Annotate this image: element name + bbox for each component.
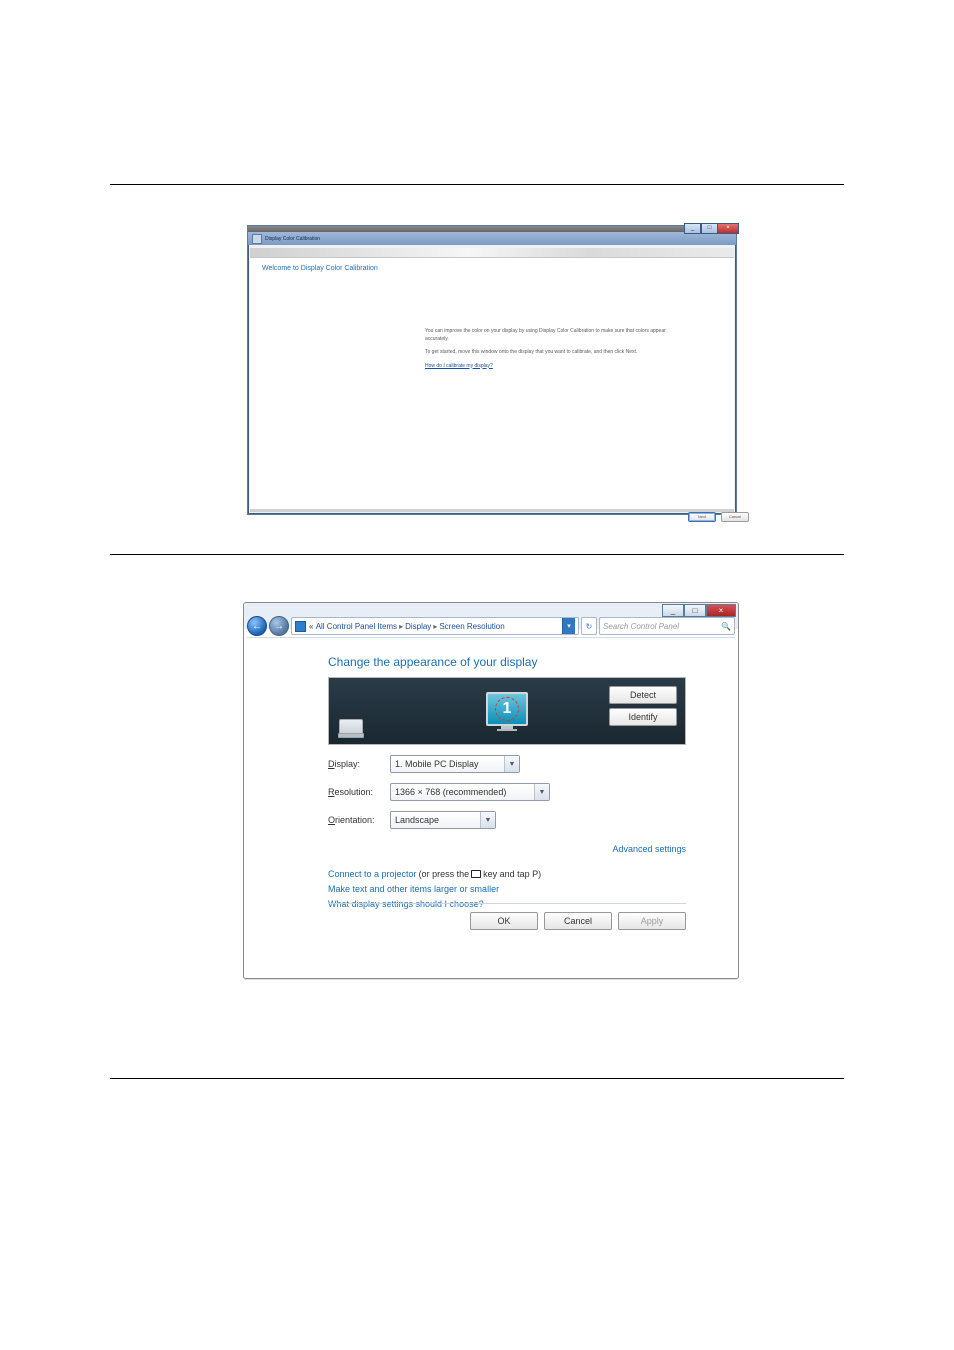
windows-key-icon <box>471 870 481 878</box>
footer-strip <box>250 509 734 512</box>
intro-paragraph-2: To get started, move this window onto th… <box>425 349 669 357</box>
display-preview-box[interactable]: 1 Detect Identify <box>328 677 686 745</box>
wizard-body: You can improve the color on your displa… <box>425 328 669 376</box>
divider-top <box>110 184 844 185</box>
advanced-settings-link[interactable]: Advanced settings <box>612 844 686 854</box>
text-size-link[interactable]: Make text and other items larger or smal… <box>328 884 686 894</box>
row-orientation: Orientation: Landscape ▼ <box>328 811 686 829</box>
toolbar-separator <box>247 637 735 638</box>
selection-circle-icon <box>495 697 519 721</box>
label-resolution: Resolution: <box>328 787 390 797</box>
laptop-icon <box>339 719 363 736</box>
chevron-down-icon: ▼ <box>534 784 549 800</box>
apply-button[interactable]: Apply <box>618 912 686 930</box>
titlebar[interactable]: Display Color Calibration _ □ × <box>248 232 736 245</box>
chevron-down-icon: ▼ <box>504 756 519 772</box>
crumb-all-items[interactable]: All Control Panel Items <box>316 622 397 631</box>
label-display: Display: <box>328 759 390 769</box>
content-area: Change the appearance of your display 1 … <box>328 655 686 909</box>
help-link[interactable]: How do I calibrate my display? <box>425 363 493 369</box>
page-heading: Change the appearance of your display <box>328 655 686 669</box>
search-icon: 🔍 <box>721 622 731 631</box>
divider-bottom <box>110 1078 844 1079</box>
crumb-screen-resolution[interactable]: Screen Resolution <box>439 622 504 631</box>
row-resolution: Resolution: 1366 × 768 (recommended) ▼ <box>328 783 686 801</box>
wizard-heading: Welcome to Display Color Calibration <box>262 265 378 272</box>
screen-resolution-window: _ □ × ← → « All Control Panel Items ▸ Di… <box>243 602 739 979</box>
row-display: Display: 1. Mobile PC Display ▼ <box>328 755 686 773</box>
search-placeholder: Search Control Panel <box>603 622 679 631</box>
cancel-button[interactable]: Cancel <box>721 512 749 522</box>
address-dropdown-icon[interactable]: ▾ <box>562 618 575 634</box>
display-dropdown[interactable]: 1. Mobile PC Display ▼ <box>390 755 520 773</box>
display-value: 1. Mobile PC Display <box>395 759 479 769</box>
cancel-button[interactable]: Cancel <box>544 912 612 930</box>
divider-mid <box>110 554 844 555</box>
connect-projector-link[interactable]: Connect to a projector <box>328 869 417 879</box>
client-area: Welcome to Display Color Calibration You… <box>250 248 734 512</box>
advanced-row: Advanced settings <box>328 843 686 855</box>
monitor-icon[interactable]: 1 <box>486 692 528 731</box>
dialog-buttons: OK Cancel Apply <box>328 903 686 930</box>
address-bar-row: ← → « All Control Panel Items ▸ Display … <box>247 616 735 636</box>
crumb-sep-1: ▸ <box>399 622 403 631</box>
chevron-down-icon: ▼ <box>480 812 495 828</box>
next-button[interactable]: Next <box>688 512 716 522</box>
calibration-window: Display Color Calibration _ □ × Welcome … <box>247 225 737 515</box>
nav-forward-button[interactable]: → <box>269 616 289 636</box>
nav-back-button[interactable]: ← <box>247 616 267 636</box>
detect-button[interactable]: Detect <box>609 686 677 704</box>
orientation-dropdown[interactable]: Landscape ▼ <box>390 811 496 829</box>
projector-hint-b: key and tap P) <box>483 869 541 879</box>
ok-button[interactable]: OK <box>470 912 538 930</box>
intro-paragraph-1: You can improve the color on your displa… <box>425 328 669 343</box>
orientation-value: Landscape <box>395 815 439 825</box>
projector-hint-a: (or press the <box>419 869 470 879</box>
control-panel-icon <box>295 621 306 632</box>
crumb-sep-2: ▸ <box>433 622 437 631</box>
close-button[interactable]: × <box>718 223 739 234</box>
resolution-dropdown[interactable]: 1366 × 768 (recommended) ▼ <box>390 783 550 801</box>
maximize-button[interactable]: □ <box>701 223 718 234</box>
identify-button[interactable]: Identify <box>609 708 677 726</box>
breadcrumb-bar[interactable]: « All Control Panel Items ▸ Display ▸ Sc… <box>291 617 579 635</box>
crumb-display[interactable]: Display <box>405 622 431 631</box>
resolution-value: 1366 × 768 (recommended) <box>395 787 506 797</box>
window-title: Display Color Calibration <box>265 236 320 242</box>
search-input[interactable]: Search Control Panel 🔍 <box>599 617 735 635</box>
label-orientation: Orientation: <box>328 815 390 825</box>
refresh-button[interactable]: ↻ <box>581 617 597 635</box>
app-icon <box>252 234 262 244</box>
toolbar-strip <box>250 248 734 258</box>
minimize-button[interactable]: _ <box>684 223 701 234</box>
crumb-prefix: « <box>309 622 313 631</box>
wizard-buttons: Next Cancel <box>688 512 749 522</box>
